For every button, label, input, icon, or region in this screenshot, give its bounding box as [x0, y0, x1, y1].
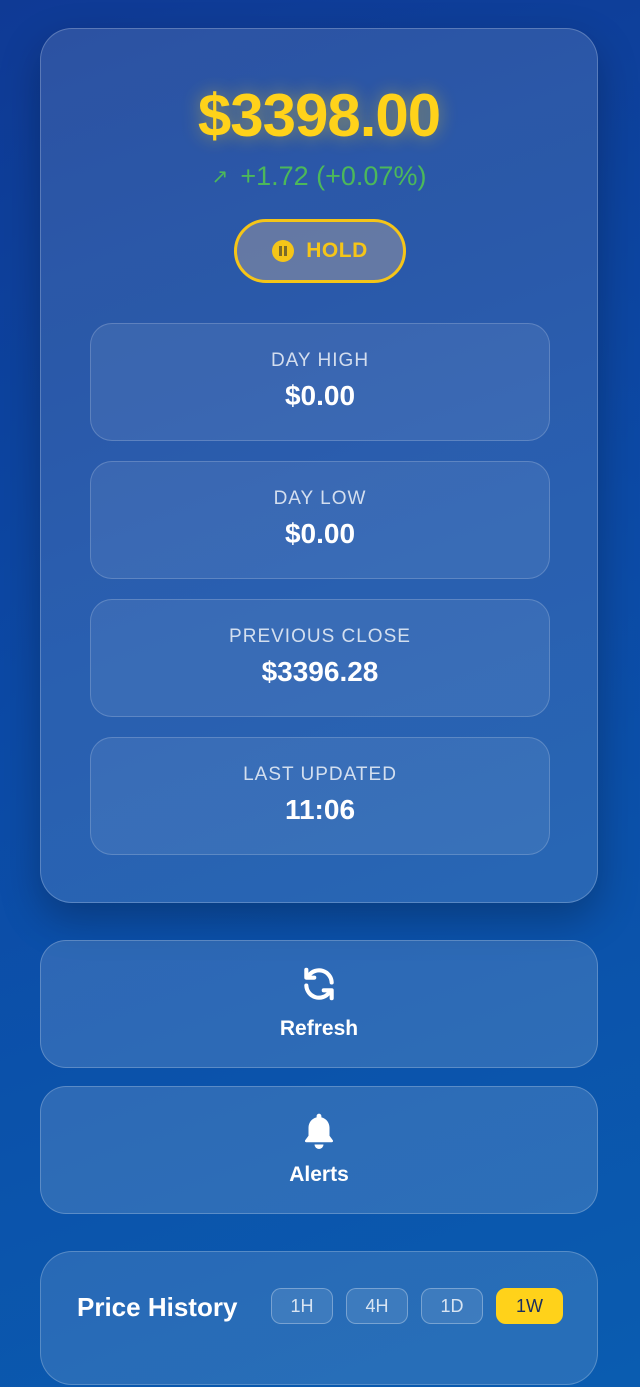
- trend-up-icon: ↗: [211, 166, 229, 188]
- stat-day-low: DAY LOW $0.00: [90, 461, 550, 579]
- timeframe-1w[interactable]: 1W: [496, 1288, 563, 1324]
- hold-signal-badge: HOLD: [234, 219, 406, 283]
- stat-label: LAST UPDATED: [243, 764, 397, 785]
- stat-label: DAY LOW: [273, 488, 367, 509]
- stat-last-updated: LAST UPDATED 11:06: [90, 737, 550, 855]
- pause-icon: [272, 240, 295, 262]
- current-price: $3398.00: [197, 82, 441, 149]
- price-history-title: Price History: [77, 1292, 238, 1322]
- refresh-icon: [41, 965, 597, 1005]
- stat-day-high: DAY HIGH $0.00: [90, 323, 550, 441]
- alerts-button[interactable]: Alerts: [40, 1086, 598, 1214]
- bell-icon: [41, 1111, 597, 1151]
- stat-label: PREVIOUS CLOSE: [229, 626, 411, 647]
- price-history-panel: Price History 1H 4H 1D 1W: [40, 1251, 598, 1385]
- timeframe-4h[interactable]: 4H: [346, 1288, 408, 1324]
- price-change: ↗ +1.72 (+0.07%): [41, 161, 597, 192]
- stat-value: 11:06: [284, 794, 356, 825]
- alerts-label: Alerts: [289, 1163, 349, 1186]
- stat-value: $0.00: [284, 518, 356, 549]
- stat-value: $3396.28: [261, 656, 379, 687]
- hold-label: HOLD: [306, 239, 368, 262]
- stat-label: DAY HIGH: [270, 350, 370, 371]
- price-change-text: +1.72 (+0.07%): [240, 161, 427, 191]
- refresh-label: Refresh: [279, 1017, 359, 1040]
- stat-value: $0.00: [284, 380, 356, 411]
- timeframe-1d[interactable]: 1D: [421, 1288, 483, 1324]
- timeframe-1h[interactable]: 1H: [271, 1288, 333, 1324]
- refresh-button[interactable]: Refresh: [40, 940, 598, 1068]
- price-card: $3398.00 ↗ +1.72 (+0.07%) HOLD DAY HIGH …: [40, 28, 598, 903]
- stat-previous-close: PREVIOUS CLOSE $3396.28: [90, 599, 550, 717]
